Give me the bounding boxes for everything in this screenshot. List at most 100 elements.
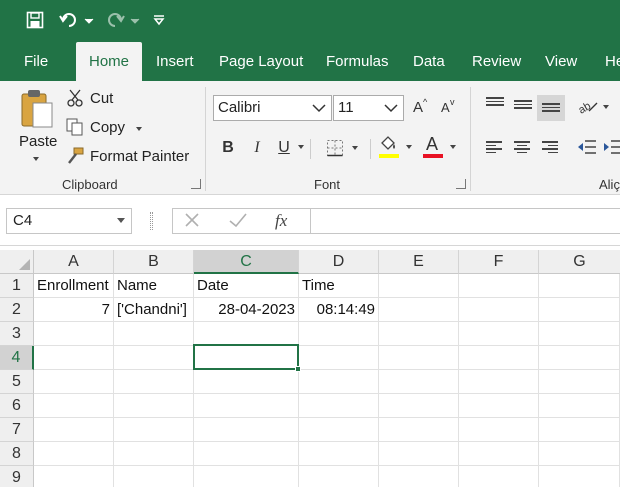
row-header-5[interactable]: 5 [0, 370, 34, 394]
tab-insert[interactable]: Insert [156, 42, 194, 81]
cell-f2[interactable] [459, 298, 539, 322]
font-color-button[interactable]: A [422, 134, 458, 161]
italic-button[interactable]: I [245, 136, 269, 160]
cell-b3[interactable] [114, 322, 194, 346]
cell-e6[interactable] [379, 394, 459, 418]
borders-dropdown-icon[interactable] [352, 146, 358, 150]
cell-g4[interactable] [539, 346, 620, 370]
tab-file[interactable]: File [24, 42, 48, 81]
cell-a7[interactable] [34, 418, 114, 442]
paste-dropdown-icon[interactable] [33, 157, 39, 161]
formula-bar-splitter[interactable] [150, 212, 153, 230]
cell-a2[interactable]: 7 [34, 298, 114, 322]
align-left-icon[interactable] [486, 139, 504, 157]
cell-f1[interactable] [459, 274, 539, 298]
cell-d8[interactable] [299, 442, 379, 466]
row-header-6[interactable]: 6 [0, 394, 34, 418]
cell-d4[interactable] [299, 346, 379, 370]
cell-f7[interactable] [459, 418, 539, 442]
top-align-icon[interactable] [486, 95, 504, 113]
cancel-icon[interactable] [182, 210, 202, 233]
cell-b4[interactable] [114, 346, 194, 370]
font-name-select[interactable]: Calibri [213, 95, 332, 121]
cell-a9[interactable] [34, 466, 114, 487]
cell-c5[interactable] [194, 370, 299, 394]
enter-checkmark-icon[interactable] [227, 210, 249, 233]
cell-e8[interactable] [379, 442, 459, 466]
customize-icon[interactable] [150, 9, 168, 31]
font-launcher-icon[interactable] [456, 179, 466, 189]
cell-a1[interactable]: Enrollment [34, 274, 114, 298]
copy-dropdown-icon[interactable] [136, 127, 142, 131]
column-header-g[interactable]: G [539, 250, 620, 274]
fill-color-dropdown-icon[interactable] [406, 145, 412, 149]
cell-e5[interactable] [379, 370, 459, 394]
orientation-dropdown-icon[interactable] [603, 105, 609, 109]
fill-handle[interactable] [295, 366, 301, 372]
cell-a3[interactable] [34, 322, 114, 346]
row-header-4[interactable]: 4 [0, 346, 34, 370]
cell-a8[interactable] [34, 442, 114, 466]
format-painter-button[interactable]: Format Painter [66, 146, 192, 168]
row-header-3[interactable]: 3 [0, 322, 34, 346]
cell-f6[interactable] [459, 394, 539, 418]
increase-indent-icon[interactable] [603, 138, 620, 159]
underline-dropdown-icon[interactable] [298, 145, 304, 149]
align-center-icon[interactable] [514, 139, 532, 157]
tab-review[interactable]: Review [472, 42, 521, 81]
cell-c8[interactable] [194, 442, 299, 466]
cell-c6[interactable] [194, 394, 299, 418]
cell-f9[interactable] [459, 466, 539, 487]
cell-d2[interactable]: 08:14:49 [299, 298, 379, 322]
orientation-button[interactable]: ab [576, 95, 613, 119]
cell-g3[interactable] [539, 322, 620, 346]
select-all-corner[interactable] [0, 250, 34, 274]
cell-g1[interactable] [539, 274, 620, 298]
tab-data[interactable]: Data [413, 42, 445, 81]
column-header-c[interactable]: C [194, 250, 299, 274]
cell-f8[interactable] [459, 442, 539, 466]
cell-a4[interactable] [34, 346, 114, 370]
decrease-indent-icon[interactable] [577, 138, 597, 159]
cell-f4[interactable] [459, 346, 539, 370]
cell-f3[interactable] [459, 322, 539, 346]
cell-g2[interactable] [539, 298, 620, 322]
align-right-icon[interactable] [542, 139, 560, 157]
cell-g5[interactable] [539, 370, 620, 394]
cell-e4[interactable] [379, 346, 459, 370]
cell-b1[interactable]: Name [114, 274, 194, 298]
underline-button[interactable]: U [272, 136, 296, 160]
cell-a5[interactable] [34, 370, 114, 394]
row-header-8[interactable]: 8 [0, 442, 34, 466]
cell-f5[interactable] [459, 370, 539, 394]
tab-view[interactable]: View [545, 42, 577, 81]
cell-e9[interactable] [379, 466, 459, 487]
name-box[interactable]: C4 [6, 208, 132, 234]
fill-color-button[interactable] [378, 135, 416, 161]
cell-b9[interactable] [114, 466, 194, 487]
bottom-align-button[interactable] [537, 95, 565, 121]
cell-g9[interactable] [539, 466, 620, 487]
copy-button[interactable]: Copy [66, 117, 148, 139]
cell-c3[interactable] [194, 322, 299, 346]
row-header-9[interactable]: 9 [0, 466, 34, 487]
column-header-f[interactable]: F [459, 250, 539, 274]
column-header-e[interactable]: E [379, 250, 459, 274]
paste-button[interactable]: Paste [14, 87, 58, 167]
tab-help[interactable]: He [605, 42, 620, 81]
cell-d9[interactable] [299, 466, 379, 487]
cell-d7[interactable] [299, 418, 379, 442]
cell-c9[interactable] [194, 466, 299, 487]
cut-button[interactable]: Cut [66, 88, 126, 110]
cell-b5[interactable] [114, 370, 194, 394]
cell-d1[interactable]: Time [299, 274, 379, 298]
tab-page-layout[interactable]: Page Layout [219, 42, 303, 81]
redo-icon[interactable] [104, 9, 142, 31]
cell-d3[interactable] [299, 322, 379, 346]
increase-font-size-button[interactable]: A ^ [412, 97, 432, 119]
undo-icon[interactable] [58, 9, 96, 31]
font-size-select[interactable]: 11 [333, 95, 404, 121]
cell-e7[interactable] [379, 418, 459, 442]
bold-button[interactable]: B [216, 136, 240, 160]
decrease-font-size-button[interactable]: A v [440, 97, 460, 119]
